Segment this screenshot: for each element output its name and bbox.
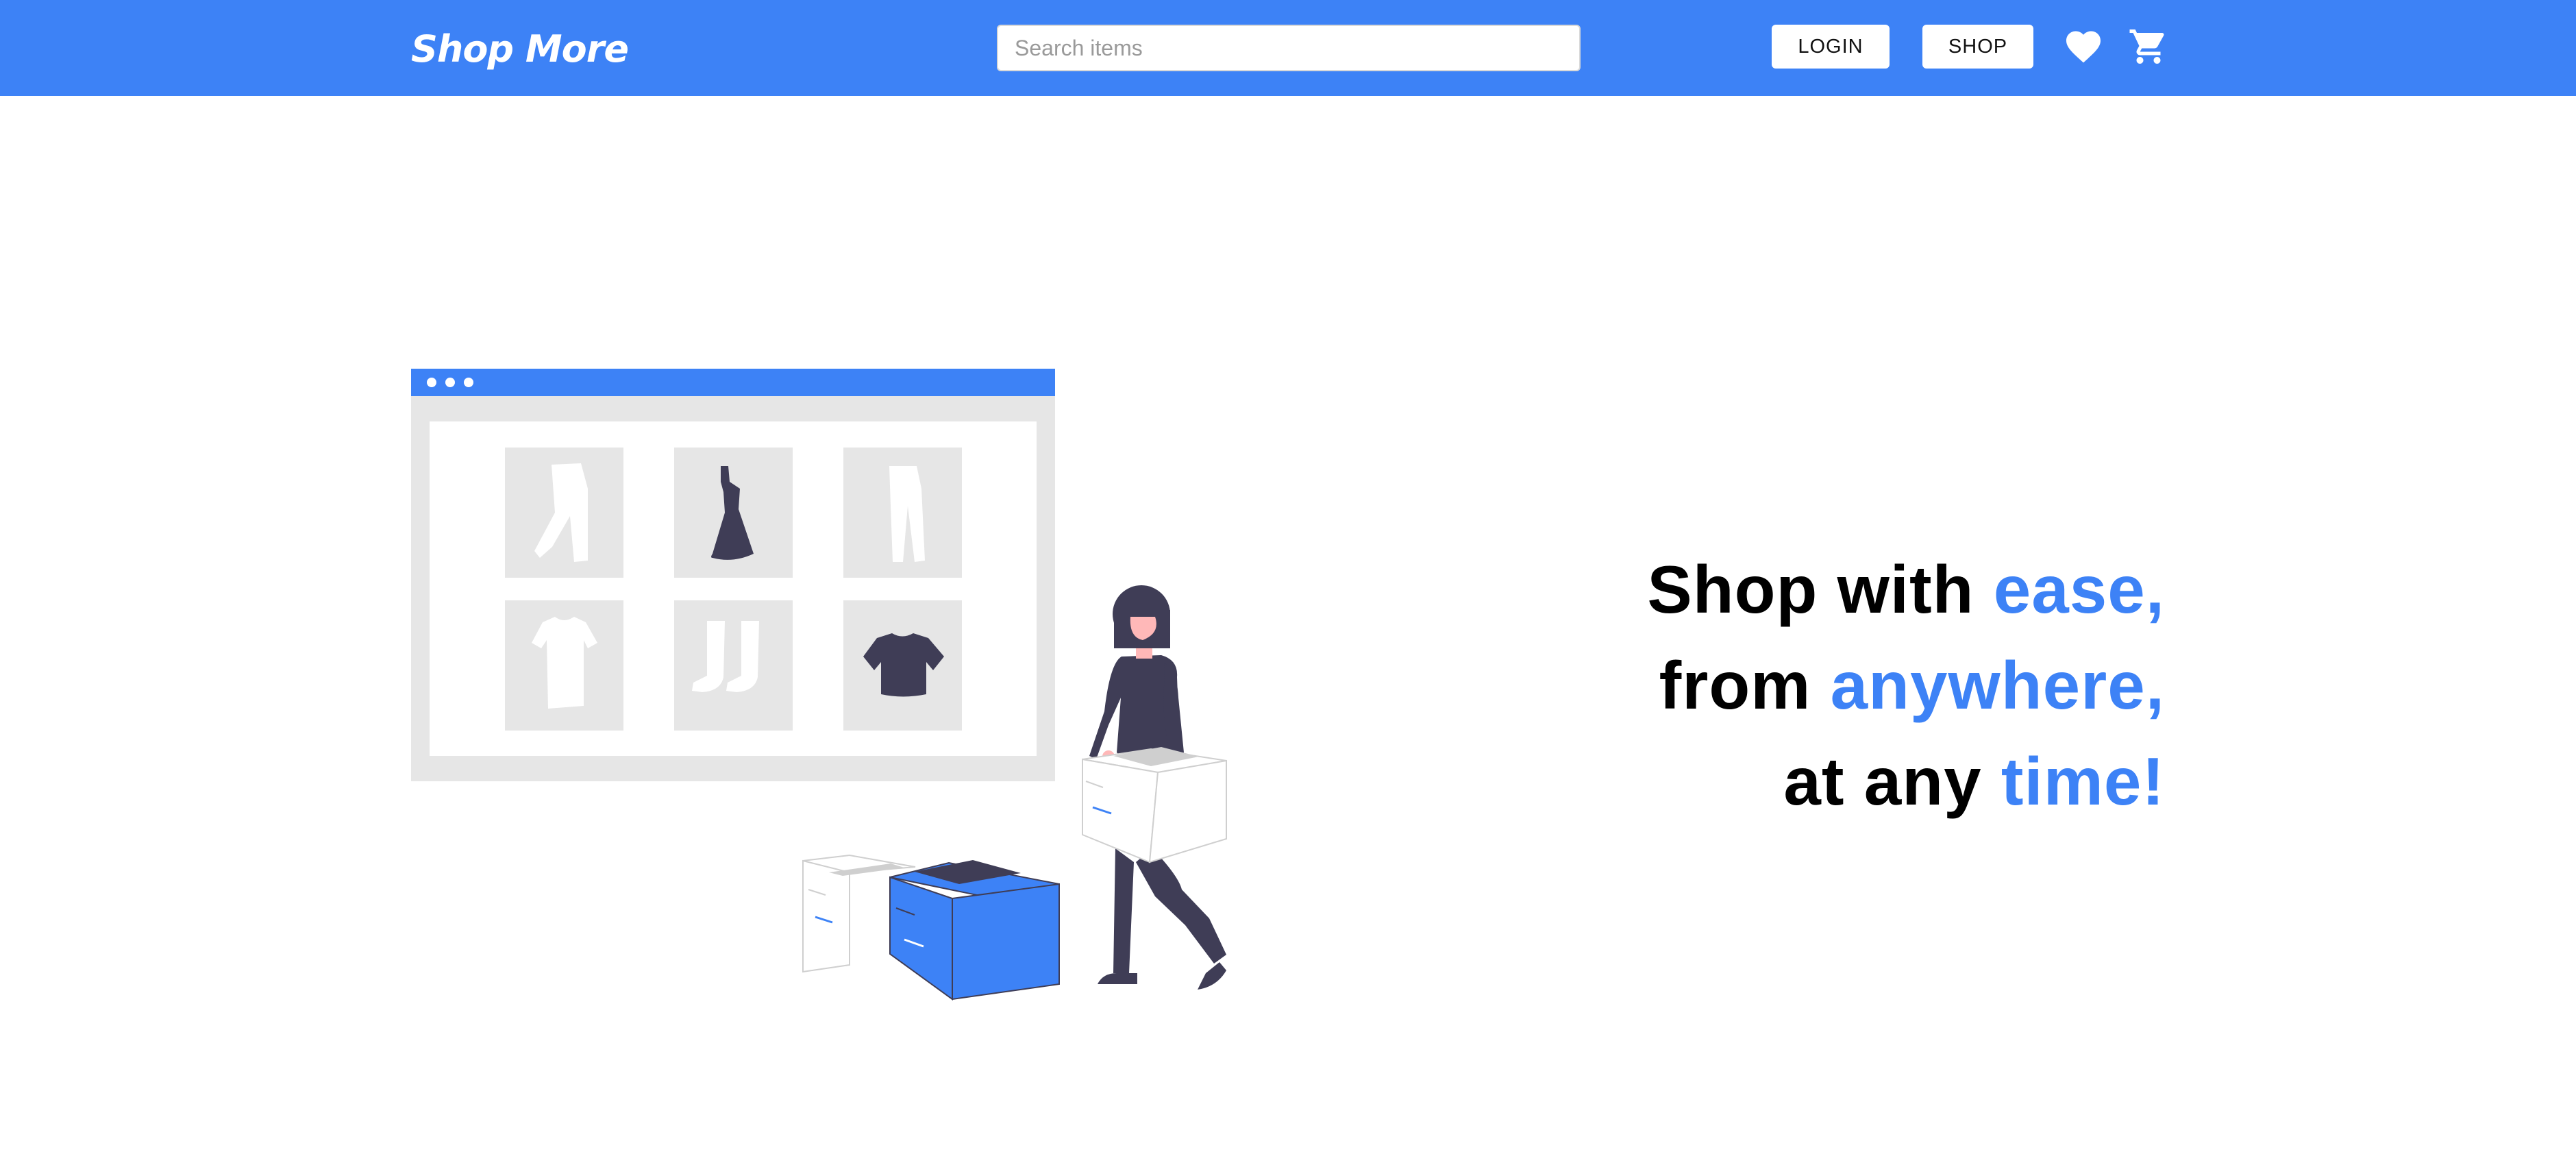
shopping-cart-icon[interactable] [2128, 26, 2169, 67]
blue-box-graphic [889, 860, 1060, 1001]
brand-logo[interactable]: Shop More [411, 22, 629, 77]
headline-line-1-accent: ease, [1993, 552, 2165, 627]
person-carrying-box-graphic [1082, 585, 1227, 990]
headline-line-1-text: Shop with [1647, 552, 1994, 627]
headline-line-3: at any time! [1343, 733, 2165, 829]
headline-line-1: Shop with ease, [1343, 541, 2165, 637]
headline-line-2: from anywhere, [1343, 637, 2165, 733]
heart-icon[interactable] [2063, 26, 2104, 67]
top-navbar: Shop More LOGIN SHOP [0, 0, 2576, 96]
headline-line-3-text: at any [1783, 744, 2001, 819]
headline-line-2-text: from [1659, 648, 1831, 723]
login-button[interactable]: LOGIN [1772, 25, 1890, 69]
headline-line-3-accent: time! [2001, 744, 2165, 819]
online-shopping-illustration [411, 369, 1227, 1001]
headline-line-2-accent: anywhere, [1830, 648, 2165, 723]
search-input[interactable] [997, 25, 1581, 71]
hero-headline: Shop with ease, from anywhere, at any ti… [1343, 541, 2165, 829]
shop-button[interactable]: SHOP [1922, 25, 2033, 69]
browser-window-graphic [411, 369, 1055, 781]
